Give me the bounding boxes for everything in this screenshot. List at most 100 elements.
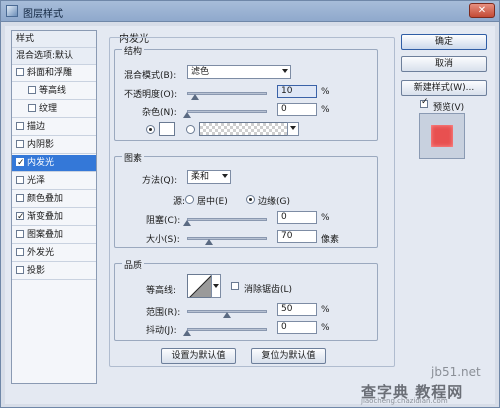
noise-unit: %	[321, 105, 330, 115]
layer-style-dialog: 图层样式 ✕ 样式 混合选项:默认 斜面和浮雕等高线纹理描边内阴影内发光光泽颜色…	[0, 0, 500, 408]
window-title: 图层样式	[23, 9, 63, 20]
anti-alias-checkbox-box[interactable]	[231, 282, 239, 290]
style-item[interactable]: 颜色叠加	[12, 191, 96, 208]
style-item[interactable]: 描边	[12, 119, 96, 136]
style-item-checkbox[interactable]	[16, 230, 24, 238]
source-label: 源:	[173, 197, 186, 207]
jitter-slider-thumb[interactable]	[183, 330, 191, 336]
size-input[interactable]: 70	[277, 230, 317, 243]
style-item-checkbox[interactable]	[28, 86, 36, 94]
noise-input[interactable]: 0	[277, 103, 317, 116]
style-item-checkbox[interactable]	[16, 266, 24, 274]
opacity-input[interactable]: 10	[277, 85, 317, 98]
size-unit: 像素	[321, 235, 340, 245]
jitter-slider[interactable]	[187, 328, 267, 331]
source-center-radio[interactable]	[185, 195, 194, 204]
blend-mode-value: 滤色	[191, 67, 210, 77]
style-item[interactable]: 渐变叠加	[12, 209, 96, 226]
style-item-label: 等高线	[39, 86, 67, 96]
solid-color-radio[interactable]	[146, 125, 155, 134]
style-item[interactable]: 内阴影	[12, 137, 96, 154]
contour-preview[interactable]	[187, 274, 212, 298]
cancel-button[interactable]: 取消	[401, 56, 487, 72]
gradient-swatch[interactable]	[199, 122, 289, 136]
style-item-label: 内阴影	[27, 140, 55, 150]
style-item-label: 颜色叠加	[27, 194, 64, 204]
chevron-down-icon	[282, 69, 288, 73]
title-bar: 图层样式 ✕	[1, 1, 499, 22]
preview-label: 预览(V)	[433, 103, 465, 113]
range-slider-thumb[interactable]	[223, 312, 231, 318]
contour-picker-button[interactable]	[211, 274, 221, 298]
gradient-picker-button[interactable]	[287, 122, 299, 136]
style-item-checkbox[interactable]	[16, 155, 25, 171]
style-item[interactable]: 内发光	[12, 155, 96, 172]
opacity-slider-thumb[interactable]	[191, 94, 199, 100]
new-style-button[interactable]: 新建样式(W)...	[401, 80, 487, 96]
jitter-unit: %	[321, 323, 330, 333]
gradient-radio[interactable]	[186, 125, 195, 134]
choke-slider-thumb[interactable]	[183, 220, 191, 226]
style-item[interactable]: 光泽	[12, 173, 96, 190]
styles-list: 样式 混合选项:默认 斜面和浮雕等高线纹理描边内阴影内发光光泽颜色叠加渐变叠加图…	[11, 30, 97, 384]
style-item[interactable]: 纹理	[12, 101, 96, 118]
style-item[interactable]: 斜面和浮雕	[12, 65, 96, 82]
blend-mode-select[interactable]: 滤色	[187, 65, 291, 79]
style-item[interactable]: 投影	[12, 263, 96, 280]
range-unit: %	[321, 305, 330, 315]
choke-slider[interactable]	[187, 218, 267, 221]
style-item-label: 内发光	[27, 158, 55, 168]
reset-default-button[interactable]: 复位为默认值	[251, 348, 326, 364]
size-slider-thumb[interactable]	[205, 239, 214, 245]
style-item-label: 斜面和浮雕	[27, 68, 73, 78]
contour-curve-icon	[189, 275, 211, 297]
make-default-button[interactable]: 设置为默认值	[161, 348, 236, 364]
method-value: 柔和	[191, 172, 210, 182]
preview-checkbox-box[interactable]	[420, 97, 429, 108]
opacity-label: 不透明度(O):	[124, 90, 178, 100]
style-item-checkbox[interactable]	[16, 176, 24, 184]
method-select[interactable]: 柔和	[187, 170, 231, 184]
style-item-checkbox[interactable]	[16, 68, 24, 76]
style-item[interactable]: 外发光	[12, 245, 96, 262]
size-slider[interactable]	[187, 237, 267, 240]
anti-alias-label: 消除锯齿(L)	[244, 285, 293, 295]
source-edge-label: 边缘(G)	[258, 197, 290, 207]
preview-checkbox[interactable]	[420, 97, 431, 110]
glow-color-swatch[interactable]	[159, 122, 175, 136]
style-item-checkbox[interactable]	[16, 140, 24, 148]
style-item-checkbox[interactable]	[16, 248, 24, 256]
anti-alias-checkbox[interactable]	[231, 282, 242, 292]
source-center-label: 居中(E)	[197, 197, 228, 207]
style-item-label: 渐变叠加	[27, 212, 64, 222]
style-item-checkbox[interactable]	[16, 122, 24, 130]
styles-header[interactable]: 样式	[12, 31, 96, 48]
contour-label: 等高线:	[146, 286, 177, 296]
app-icon	[6, 5, 18, 17]
blend-mode-label: 混合模式(B):	[124, 71, 177, 81]
ok-button[interactable]: 确定	[401, 34, 487, 50]
size-label: 大小(S):	[146, 235, 180, 245]
choke-label: 阻塞(C):	[146, 216, 181, 226]
range-input[interactable]: 50	[277, 303, 317, 316]
noise-slider[interactable]	[187, 110, 267, 113]
style-preview	[419, 113, 465, 159]
quality-title: 品质	[122, 258, 145, 271]
style-item[interactable]: 图案叠加	[12, 227, 96, 244]
jitter-input[interactable]: 0	[277, 321, 317, 334]
choke-unit: %	[321, 213, 330, 223]
style-item-checkbox[interactable]	[16, 209, 25, 225]
blend-options-item[interactable]: 混合选项:默认	[12, 48, 96, 65]
style-item-checkbox[interactable]	[28, 104, 36, 112]
style-item-label: 投影	[27, 266, 46, 276]
close-button[interactable]: ✕	[469, 3, 495, 18]
opacity-unit: %	[321, 87, 330, 97]
style-item-checkbox[interactable]	[16, 194, 24, 202]
opacity-slider[interactable]	[187, 92, 267, 95]
chevron-down-icon	[290, 126, 296, 130]
noise-slider-thumb[interactable]	[183, 112, 191, 118]
source-edge-radio[interactable]	[246, 195, 255, 204]
range-label: 范围(R):	[146, 308, 181, 318]
choke-input[interactable]: 0	[277, 211, 317, 224]
style-item[interactable]: 等高线	[12, 83, 96, 100]
